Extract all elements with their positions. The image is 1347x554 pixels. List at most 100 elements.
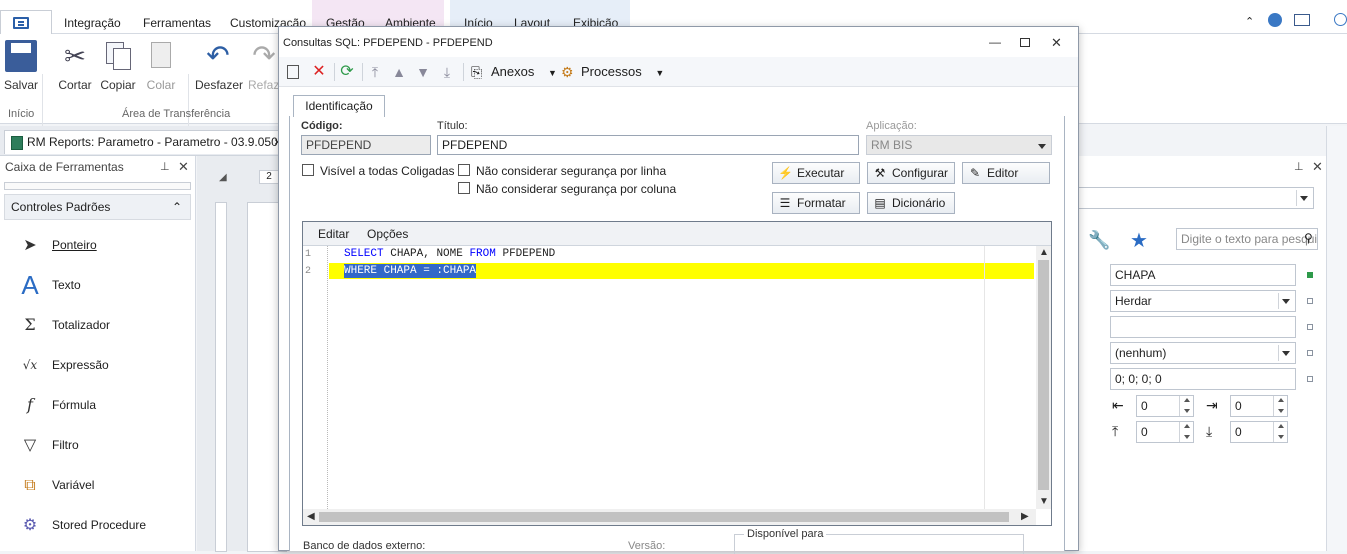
spin-right[interactable]: 0 [1230,395,1288,417]
menu-opcoes[interactable]: Opções [367,227,408,241]
align-right-icon: ⇥ [1206,397,1218,413]
paste-button[interactable]: Colar [143,40,179,92]
tool-variavel[interactable]: ⧉ Variável [18,474,193,496]
close-icon[interactable]: ✕ [1312,159,1323,175]
empty-field[interactable] [1110,316,1296,338]
vertical-scrollbar[interactable]: ▲ ▼ [1036,246,1051,509]
group-label-transferencia: Área de Transferência [122,108,231,120]
first-icon[interactable]: ⤒ [366,63,384,81]
seg-coluna-checkbox[interactable] [458,182,470,194]
scroll-thumb[interactable] [319,512,1009,522]
document-tab[interactable]: RM Reports: Parametro - Parametro - 03.9… [4,130,284,154]
processos-button[interactable]: ⚙ Processos ▼ [561,63,664,81]
seg-linha-checkbox[interactable] [458,164,470,176]
tool-label: Filtro [52,438,79,452]
cut-button[interactable]: ✂ Cortar [57,40,93,92]
collapse-ribbon-icon[interactable]: ⌃ [1245,15,1254,28]
chevron-up-icon[interactable]: ⌃ [172,195,182,219]
minimize-icon[interactable]: — [989,35,1001,49]
visivel-checkbox[interactable] [302,164,314,176]
scroll-right-icon[interactable]: ▶ [1021,511,1029,522]
copy-button[interactable]: Copiar [100,40,136,92]
banco-label: Banco de dados externo: [303,540,426,552]
tool-filtro[interactable]: ▽ Filtro [18,434,193,456]
dialog-title: Consultas SQL: PFDEPEND - PFDEPEND [283,37,493,49]
globe-icon[interactable] [1268,13,1282,27]
tool-stored-procedure[interactable]: ⚙ Stored Procedure [18,514,193,536]
last-icon[interactable]: ⤓ [438,63,456,81]
toolbox-group-header[interactable]: Controles Padrões ⌃ [4,194,191,220]
configurar-button[interactable]: ⚒ Configurar [867,162,955,184]
editor-button[interactable]: ✎ Editor [962,162,1050,184]
scroll-thumb[interactable] [1038,260,1049,490]
menu-editar[interactable]: Editar [318,227,349,241]
sql-query-dialog: Consultas SQL: PFDEPEND - PFDEPEND — ✕ ✕… [278,26,1079,554]
tool-totalizador[interactable]: Σ Totalizador [18,314,193,336]
executar-button[interactable]: ⚡ Executar [772,162,860,184]
object-selector[interactable] [1078,187,1314,209]
format-icon: ☰ [779,196,791,210]
herdar-select[interactable]: Herdar [1110,290,1296,312]
toolbox-search[interactable] [4,182,191,190]
close-icon[interactable]: ✕ [178,159,189,175]
padding-field[interactable]: 0; 0; 0; 0 [1110,368,1296,390]
editor-menu-bar: Editar Opções [303,222,1051,246]
aplicacao-select[interactable]: RM BIS [866,135,1052,155]
close-icon[interactable]: ✕ [1051,35,1062,51]
wrench-icon[interactable]: 🔧 [1088,230,1110,251]
maximize-icon[interactable] [1020,38,1030,47]
document-tab-bar: RM Reports: Parametro - Parametro - 03.9… [0,126,285,156]
anexos-button[interactable]: ⎘ Anexos ▼ [469,63,557,81]
tool-expressao[interactable]: √x Expressão [18,354,193,376]
tab-integracao[interactable]: Integração [64,16,121,30]
redo-button[interactable]: ↷ Refaz [248,40,278,92]
pin-icon[interactable]: ⊥ [160,160,170,173]
codigo-field[interactable]: PFDEPEND [301,135,431,155]
tab-ferramentas[interactable]: Ferramentas [143,16,211,30]
help-icon[interactable] [1334,13,1347,26]
property-search-input[interactable]: Digite o texto para pesquisar [1176,228,1318,250]
scroll-up-icon[interactable]: ▲ [1039,247,1049,258]
spin-bottom[interactable]: 0 [1230,421,1288,443]
tool-ponteiro[interactable]: ➤ Ponteiro [18,234,193,256]
codigo-label: Código: [301,120,343,132]
nenhum-select[interactable]: (nenhum) [1110,342,1296,364]
dicionario-button[interactable]: ▤ Dicionário [867,192,955,214]
tool-texto[interactable]: A Texto [18,272,193,298]
undo-button[interactable]: ↶ Desfazer [195,40,243,92]
separator [334,63,335,81]
titulo-field[interactable]: PFDEPEND [437,135,859,155]
layout-icon[interactable] [1294,14,1310,26]
tool-formula[interactable]: f Fórmula [18,394,193,416]
tab-identificacao[interactable]: Identificação [293,95,385,117]
refresh-icon[interactable]: ⟳ [338,63,356,81]
filter-icon: ▽ [23,435,37,454]
vertical-ruler [215,202,227,552]
search-icon[interactable]: ⚲ [1304,231,1313,245]
scroll-down-icon[interactable]: ▼ [1039,496,1049,507]
horizontal-scrollbar[interactable]: ◀ ▶ [303,509,1036,525]
previous-icon[interactable]: ▲ [390,63,408,81]
redo-label: Refaz [248,78,278,92]
formatar-button[interactable]: ☰ Formatar [772,192,860,214]
pin-icon[interactable]: ⊥ [1294,160,1304,173]
code-line-2-selected: WHERE CHAPA = :CHAPA [344,264,477,278]
code-area[interactable]: 1 2 SELECT CHAPA, NOME FROM PFDEPEND WHE… [303,246,1036,509]
next-icon[interactable]: ▼ [414,63,432,81]
clipboard-icon [145,40,177,72]
toolbox-title: Caixa de Ferramentas [5,160,124,174]
tool-label: Fórmula [52,398,97,412]
delete-icon[interactable]: ✕ [310,63,328,81]
procedure-icon: ⚙ [22,515,38,534]
seg-coluna-label: Não considerar segurança por coluna [476,182,677,196]
save-button[interactable]: Salvar [4,40,38,92]
new-icon[interactable] [287,65,299,79]
scroll-left-icon[interactable]: ◀ [307,511,315,522]
spin-left[interactable]: 0 [1136,395,1194,417]
star-icon[interactable]: ★ [1130,228,1148,253]
spin-top[interactable]: 0 [1136,421,1194,443]
name-field[interactable]: CHAPA [1110,264,1296,286]
file-menu-button[interactable] [0,10,52,34]
executar-label: Executar [797,166,845,180]
tool-label: Ponteiro [52,238,97,252]
